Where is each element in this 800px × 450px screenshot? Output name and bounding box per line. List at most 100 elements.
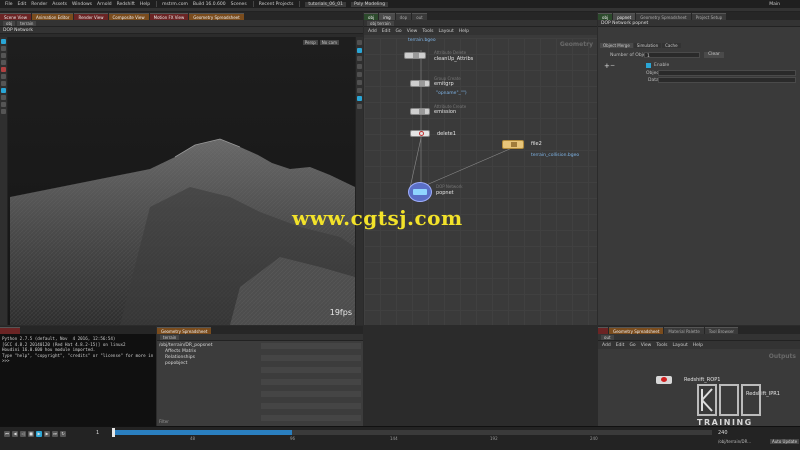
move-tool-icon[interactable] xyxy=(1,46,6,51)
node-cleanup-attribs[interactable] xyxy=(404,52,426,59)
tab-out-spreadsheet[interactable]: Geometry Spreadsheet xyxy=(609,327,664,334)
path-obj-chip[interactable]: obj xyxy=(3,20,16,26)
tab-out-material[interactable]: Material Palette xyxy=(664,327,704,334)
tab-net-out[interactable]: out xyxy=(412,13,427,20)
tab-parm-project[interactable]: Project Setup xyxy=(691,13,727,20)
out-menu-go[interactable]: Go xyxy=(629,343,635,348)
tab-parm-spreadsheet[interactable]: Geometry Spreadsheet xyxy=(636,13,691,20)
tree-filter-label[interactable]: Filter xyxy=(159,419,169,424)
tab-net-dop[interactable]: dop xyxy=(395,13,412,20)
select-tool-icon[interactable] xyxy=(1,39,6,44)
net-menu-add[interactable]: Add xyxy=(368,29,377,34)
network-canvas[interactable]: Geometry terrain.bgeo Attribute Delete c… xyxy=(364,38,597,325)
brush-tool-icon[interactable] xyxy=(1,81,6,86)
workspace-select[interactable]: Main xyxy=(769,2,780,7)
net-menu-tools[interactable]: Tools xyxy=(422,29,433,34)
tab-render-view[interactable]: Render View xyxy=(74,13,108,20)
object-field[interactable] xyxy=(658,70,796,76)
node-file2[interactable] xyxy=(502,140,524,149)
scenes-label[interactable]: Scenes xyxy=(231,2,247,7)
out-menu-add[interactable]: Add xyxy=(602,343,611,348)
magnet-tool-icon[interactable] xyxy=(1,102,6,107)
background-icon[interactable] xyxy=(357,104,362,109)
play-icon[interactable]: ▶ xyxy=(36,431,42,437)
desktop-label[interactable]: mstrm.com xyxy=(162,2,188,7)
loop-icon[interactable]: ↻ xyxy=(60,431,66,437)
node-emitgrp[interactable] xyxy=(410,80,430,87)
step-back-icon[interactable]: ◀ xyxy=(12,431,18,437)
snap-tool-icon[interactable] xyxy=(1,95,6,100)
out-path-chip[interactable]: out xyxy=(601,334,614,340)
enable-checkbox[interactable] xyxy=(646,63,651,68)
out-menu-help[interactable]: Help xyxy=(693,343,703,348)
persp-button[interactable]: Persp xyxy=(302,40,318,45)
out-menu-layout[interactable]: Layout xyxy=(672,343,687,348)
menu-render[interactable]: Render xyxy=(31,2,47,7)
node-popnet[interactable] xyxy=(408,182,432,202)
menu-windows[interactable]: Windows xyxy=(72,2,92,7)
net-menu-view[interactable]: View xyxy=(407,29,418,34)
scene-viewport[interactable]: Persp No cam xyxy=(0,37,363,325)
tab-tree-spreadsheet[interactable]: Geometry Spreadsheet xyxy=(157,327,212,334)
menu-redshift[interactable]: Redshift xyxy=(117,2,135,7)
out-menu-tools[interactable]: Tools xyxy=(656,343,667,348)
tab-out-toolbrowser[interactable]: Tool Browser xyxy=(704,327,739,334)
tab-out-red[interactable] xyxy=(598,327,608,334)
tab-motion-fx[interactable]: Motion FX View xyxy=(149,13,189,20)
shading-icon[interactable] xyxy=(357,48,362,53)
net-menu-layout[interactable]: Layout xyxy=(438,29,453,34)
node-delete1[interactable] xyxy=(410,130,430,137)
rop-redshift-node[interactable] xyxy=(656,376,672,384)
net-menu-edit[interactable]: Edit xyxy=(382,29,391,34)
tab-net-img[interactable]: img xyxy=(379,13,395,20)
tab-geometry-spreadsheet[interactable]: Geometry Spreadsheet xyxy=(189,13,244,20)
tree-row-popobject[interactable]: popobject xyxy=(159,361,259,367)
path-terrain-chip[interactable]: terrain xyxy=(17,20,37,26)
subtab-simulation[interactable]: Simulation xyxy=(633,43,662,48)
camera-button[interactable]: No cam xyxy=(319,40,339,45)
tab-composite-view[interactable]: Composite View xyxy=(108,13,149,20)
play-reverse-icon[interactable]: ◁ xyxy=(20,431,26,437)
jump-start-icon[interactable]: ⏮ xyxy=(4,431,10,437)
out-menu-view[interactable]: View xyxy=(641,343,652,348)
menu-file[interactable]: File xyxy=(5,2,13,7)
node-emission[interactable] xyxy=(410,108,430,115)
tab-net-obj[interactable]: obj xyxy=(364,13,379,20)
tab-animation-editor[interactable]: Animation Editor xyxy=(31,13,74,20)
pose-tool-icon[interactable] xyxy=(1,74,6,79)
grid-tool-icon[interactable] xyxy=(1,109,6,114)
view-tool-icon[interactable] xyxy=(1,88,6,93)
end-frame[interactable]: 240 xyxy=(718,430,728,436)
network-path-chip[interactable]: obj terrain xyxy=(367,20,394,26)
remove-multiparm-icon[interactable]: − xyxy=(610,62,615,69)
current-frame[interactable]: 1 xyxy=(96,430,99,436)
clear-button[interactable]: Clear xyxy=(704,52,724,58)
number-objects-field[interactable]: 1 xyxy=(644,52,700,59)
tab-parm-obj[interactable]: obj xyxy=(598,13,613,20)
menu-edit[interactable]: Edit xyxy=(18,2,27,7)
net-menu-go[interactable]: Go xyxy=(395,29,401,34)
menu-arnold[interactable]: Arnold xyxy=(97,2,112,7)
subtab-object-merge[interactable]: Object Merge xyxy=(600,43,633,48)
scale-tool-icon[interactable] xyxy=(1,60,6,65)
normals-icon[interactable] xyxy=(357,88,362,93)
ghost-icon[interactable] xyxy=(357,72,362,77)
file-tab[interactable]: tutorials_06_01 xyxy=(305,1,346,7)
recent-projects[interactable]: Recent Projects xyxy=(259,2,294,7)
tab-parm-popnet[interactable]: popnet xyxy=(613,13,636,20)
tree-path-chip[interactable]: terrain xyxy=(160,334,180,340)
wireframe-icon[interactable] xyxy=(357,56,362,61)
subtab-cache[interactable]: Cache xyxy=(662,43,681,48)
rotate-tool-icon[interactable] xyxy=(1,53,6,58)
lighting-icon[interactable] xyxy=(357,64,362,69)
camera-icon[interactable] xyxy=(357,96,362,101)
tab-scene-view[interactable]: Scene View xyxy=(0,13,31,20)
stop-icon[interactable]: ■ xyxy=(28,431,34,437)
menu-assets[interactable]: Assets xyxy=(52,2,67,7)
python-shell[interactable]: Python 2.7.5 (default, Nov 4 2016, 12:56… xyxy=(0,326,156,426)
jump-end-icon[interactable]: ⏭ xyxy=(52,431,58,437)
auto-update-button[interactable]: Auto Update xyxy=(770,439,800,444)
data-field[interactable] xyxy=(658,77,796,83)
net-menu-help[interactable]: Help xyxy=(459,29,469,34)
tool-tab[interactable]: Poly Modeling xyxy=(350,1,389,7)
